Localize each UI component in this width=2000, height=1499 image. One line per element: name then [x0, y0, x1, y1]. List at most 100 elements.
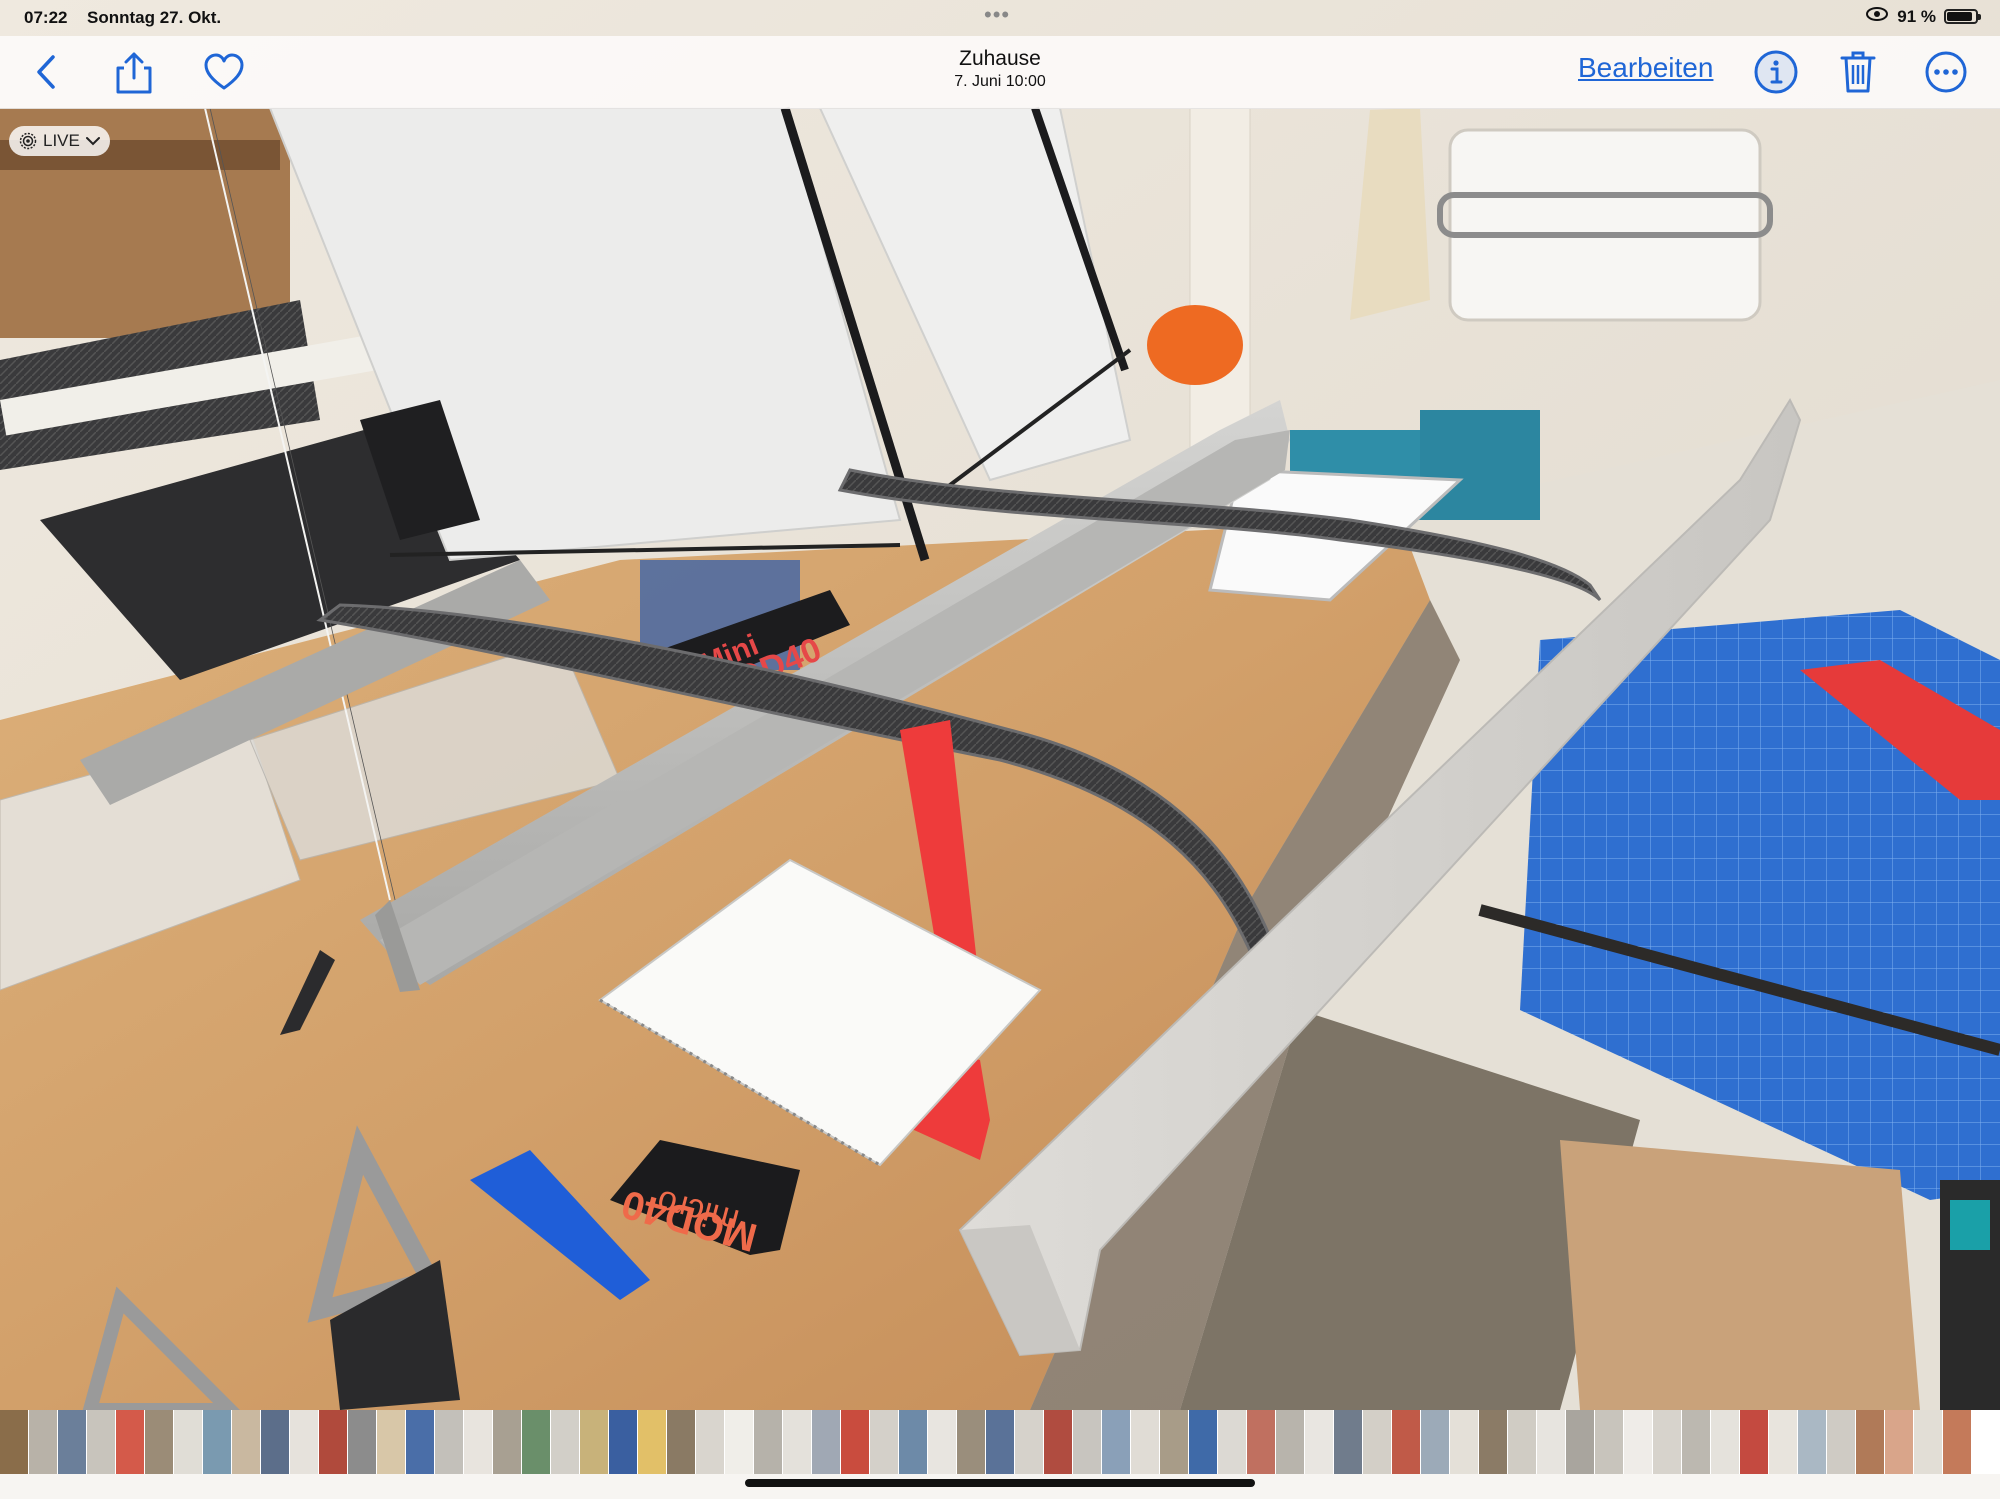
status-right-group: 91 % — [1865, 6, 1981, 27]
thumbnail[interactable] — [696, 1410, 724, 1474]
thumbnail[interactable] — [435, 1410, 463, 1474]
thumbnail[interactable] — [1682, 1410, 1710, 1474]
thumbnail[interactable] — [1305, 1410, 1333, 1474]
thumbnail[interactable] — [1131, 1410, 1159, 1474]
thumbnail[interactable] — [1160, 1410, 1188, 1474]
live-photo-badge[interactable]: LIVE — [9, 126, 110, 156]
thumbnail[interactable] — [1450, 1410, 1478, 1474]
live-label: LIVE — [43, 131, 80, 150]
thumbnail[interactable] — [899, 1410, 927, 1474]
thumbnail[interactable] — [1769, 1410, 1797, 1474]
thumbnail[interactable] — [406, 1410, 434, 1474]
thumbnail[interactable] — [1798, 1410, 1826, 1474]
photo-title-block: Zuhause 7. Juni 10:00 — [850, 46, 1150, 92]
thumbnail[interactable] — [928, 1410, 956, 1474]
thumbnail[interactable] — [87, 1410, 115, 1474]
more-button[interactable] — [1920, 46, 1972, 98]
ellipsis-circle-icon — [1925, 51, 1967, 93]
thumbnail[interactable] — [1566, 1410, 1594, 1474]
thumbnail[interactable] — [1276, 1410, 1304, 1474]
thumbnail[interactable] — [1653, 1410, 1681, 1474]
info-button[interactable] — [1750, 46, 1802, 98]
photo-date-subtitle: 7. Juni 10:00 — [954, 73, 1046, 90]
status-date: Sonntag 27. Okt. — [87, 8, 222, 27]
edit-button[interactable]: Bearbeiten — [1578, 52, 1713, 84]
thumbnail-strip[interactable] — [0, 1410, 2000, 1474]
thumbnail[interactable] — [1624, 1410, 1652, 1474]
thumbnail[interactable] — [812, 1410, 840, 1474]
photo-viewer-screen: Mini MOD40 micro MOD40 07:22 Sonntag 27 — [0, 0, 2000, 1499]
thumbnail[interactable] — [1218, 1410, 1246, 1474]
back-button[interactable] — [20, 46, 72, 98]
thumbnail[interactable] — [1421, 1410, 1449, 1474]
status-time: 07:22 — [24, 8, 68, 27]
thumbnail[interactable] — [58, 1410, 86, 1474]
thumbnail[interactable] — [1073, 1410, 1101, 1474]
chevron-down-icon — [85, 137, 100, 146]
thumbnail[interactable] — [609, 1410, 637, 1474]
thumbnail[interactable] — [1102, 1410, 1130, 1474]
thumbnail[interactable] — [667, 1410, 695, 1474]
trash-icon — [1840, 51, 1876, 93]
thumbnail[interactable] — [841, 1410, 869, 1474]
thumbnail[interactable] — [232, 1410, 260, 1474]
thumbnail[interactable] — [551, 1410, 579, 1474]
thumbnail[interactable] — [986, 1410, 1014, 1474]
thumbnail[interactable] — [1914, 1410, 1942, 1474]
main-photo[interactable]: Mini MOD40 micro MOD40 — [0, 0, 2000, 1410]
thumbnail[interactable] — [1856, 1410, 1884, 1474]
favorite-button[interactable] — [198, 46, 250, 98]
delete-button[interactable] — [1832, 46, 1884, 98]
thumbnail[interactable] — [725, 1410, 753, 1474]
thumbnail[interactable] — [580, 1410, 608, 1474]
status-bar: 07:22 Sonntag 27. Okt. ••• 91 % — [0, 0, 2000, 36]
battery-icon — [1944, 9, 1981, 24]
thumbnail[interactable] — [261, 1410, 289, 1474]
thumbnail[interactable] — [1885, 1410, 1913, 1474]
multitasking-dots-icon[interactable]: ••• — [984, 2, 1010, 28]
info-icon — [1754, 50, 1798, 94]
thumbnail[interactable] — [1740, 1410, 1768, 1474]
thumbnail[interactable] — [464, 1410, 492, 1474]
heart-icon — [204, 53, 244, 90]
share-button[interactable] — [108, 46, 160, 98]
chevron-left-icon — [37, 55, 55, 89]
thumbnail[interactable] — [290, 1410, 318, 1474]
thumbnail[interactable] — [174, 1410, 202, 1474]
thumbnail[interactable] — [1595, 1410, 1623, 1474]
thumbnail[interactable] — [348, 1410, 376, 1474]
photo-nav-bar: Zuhause 7. Juni 10:00 Bearbeiten — [0, 36, 2000, 109]
thumbnail[interactable] — [638, 1410, 666, 1474]
thumbnail[interactable] — [1015, 1410, 1043, 1474]
thumbnail[interactable] — [493, 1410, 521, 1474]
thumbnail[interactable] — [319, 1410, 347, 1474]
thumbnail[interactable] — [1363, 1410, 1391, 1474]
thumbnail[interactable] — [1711, 1410, 1739, 1474]
thumbnail[interactable] — [1334, 1410, 1362, 1474]
thumbnail[interactable] — [1508, 1410, 1536, 1474]
thumbnail[interactable] — [1479, 1410, 1507, 1474]
thumbnail[interactable] — [377, 1410, 405, 1474]
thumbnail[interactable] — [522, 1410, 550, 1474]
thumbnail[interactable] — [1537, 1410, 1565, 1474]
thumbnail[interactable] — [1044, 1410, 1072, 1474]
thumbnail[interactable] — [116, 1410, 144, 1474]
live-photo-icon — [19, 132, 37, 150]
thumbnail[interactable] — [754, 1410, 782, 1474]
thumbnail[interactable] — [0, 1410, 28, 1474]
share-icon — [116, 52, 152, 94]
screen-mirroring-icon — [1865, 6, 1889, 27]
thumbnail[interactable] — [957, 1410, 985, 1474]
thumbnail[interactable] — [1827, 1410, 1855, 1474]
thumbnail[interactable] — [783, 1410, 811, 1474]
home-indicator[interactable] — [745, 1479, 1255, 1487]
thumbnail[interactable] — [1247, 1410, 1275, 1474]
photo-location-title: Zuhause — [959, 47, 1041, 70]
thumbnail[interactable] — [29, 1410, 57, 1474]
thumbnail[interactable] — [870, 1410, 898, 1474]
thumbnail[interactable] — [1189, 1410, 1217, 1474]
thumbnail[interactable] — [1943, 1410, 1971, 1474]
thumbnail[interactable] — [145, 1410, 173, 1474]
thumbnail[interactable] — [203, 1410, 231, 1474]
thumbnail[interactable] — [1392, 1410, 1420, 1474]
